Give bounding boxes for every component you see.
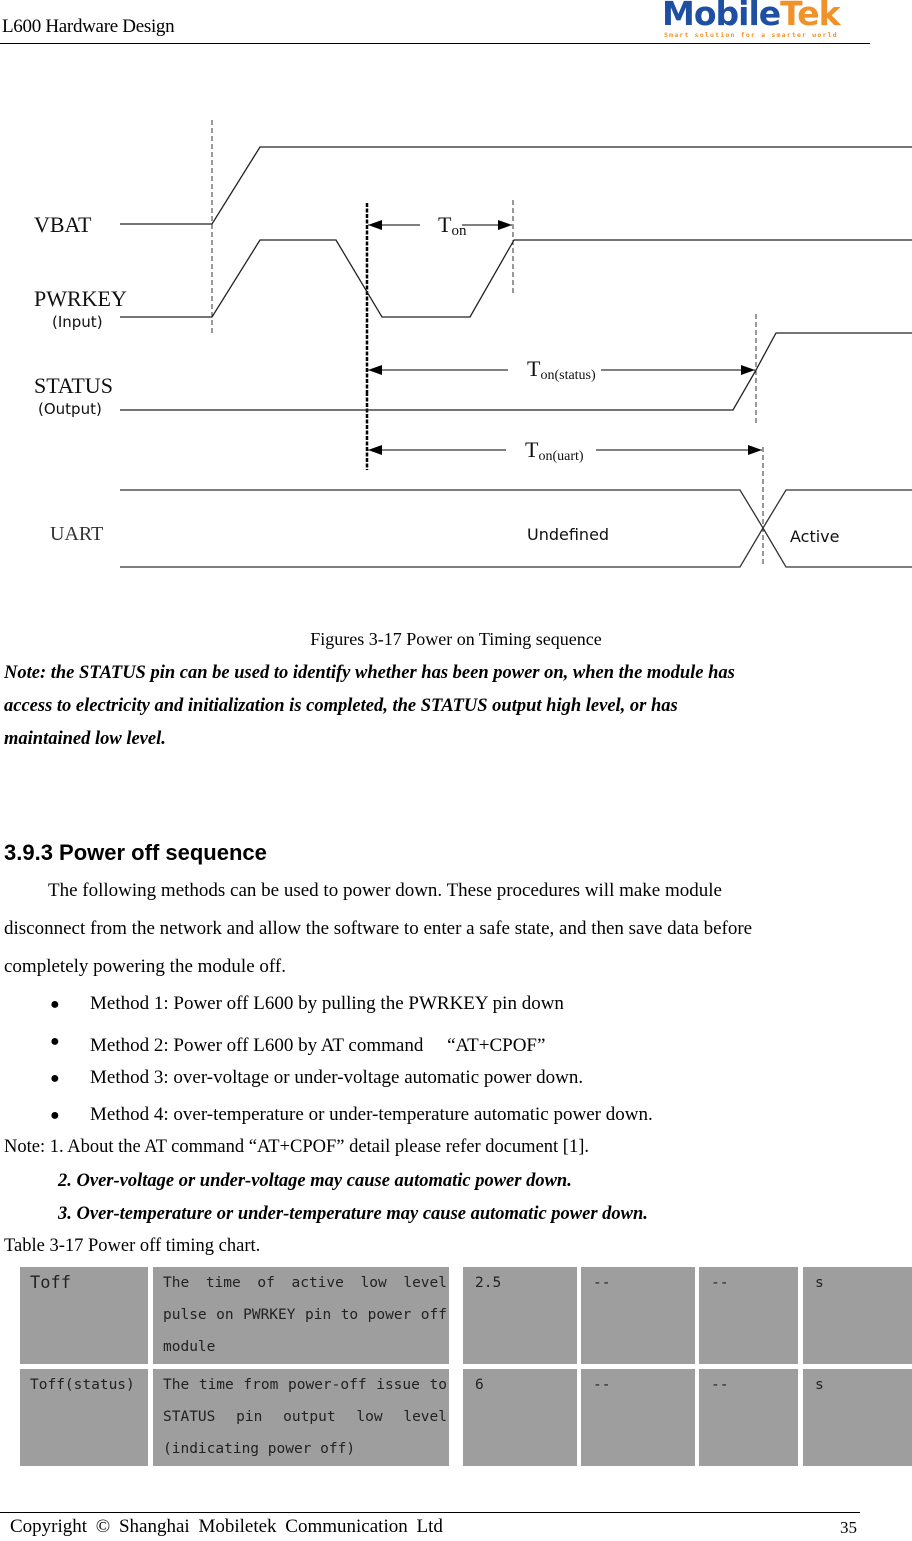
table-cell-max: -- <box>699 1369 798 1466</box>
power-off-note-2: 2. Over-voltage or under-voltage may cau… <box>58 1171 572 1191</box>
signal-label-uart: UART <box>50 523 103 545</box>
ton-status-label: Ton(status) <box>527 356 596 383</box>
status-waveform <box>120 332 912 411</box>
logo-wordmark: MobileTek <box>662 0 841 33</box>
bullet-icon: ● <box>50 996 60 1013</box>
signal-sublabel-pwrkey: (Input) <box>52 313 103 331</box>
pwrkey-waveform <box>120 239 912 318</box>
uart-state-active: Active <box>790 527 840 546</box>
ton-uart-label: Ton(uart) <box>525 437 584 464</box>
table-cell-max: -- <box>699 1267 798 1364</box>
bullet-icon: ● <box>50 1033 60 1050</box>
bullet-icon: ● <box>50 1070 60 1087</box>
method-item: Method 2: Power off L600 by AT command “… <box>90 1035 546 1056</box>
signal-sublabel-status: (Output) <box>38 400 102 418</box>
table-cell-symbol: Toff(status) <box>20 1369 148 1466</box>
header-divider <box>0 43 870 44</box>
table-cell-description: The time from power-off issue to STATUS … <box>153 1369 449 1466</box>
table-cell-symbol: Toff <box>20 1267 148 1364</box>
section-heading: 3.9.3 Power off sequence <box>4 840 267 865</box>
power-on-note-line: maintained low level. <box>4 729 166 749</box>
signal-label-pwrkey: PWRKEY <box>34 286 127 311</box>
signal-label-vbat: VBAT <box>34 212 92 237</box>
power-on-note-line: Note: the STATUS pin can be used to iden… <box>4 663 735 683</box>
logo-text-blue: Mobile <box>662 0 781 33</box>
table-cell-unit: s <box>803 1267 912 1364</box>
signal-label-status: STATUS <box>34 373 113 398</box>
method-item: Method 3: over-voltage or under-voltage … <box>90 1067 584 1088</box>
table-cell-min: 2.5 <box>463 1267 577 1364</box>
table-caption: Table 3-17 Power off timing chart. <box>4 1236 261 1256</box>
paragraph-line: completely powering the module off. <box>4 956 286 977</box>
paragraph-line: disconnect from the network and allow th… <box>4 918 753 939</box>
power-off-note-1: Note: 1. About the AT command “AT+CPOF” … <box>4 1137 589 1157</box>
table-cell-min: 6 <box>463 1369 577 1466</box>
mobiletek-logo: MobileTek Smart solution for a smarter w… <box>662 0 868 40</box>
power-on-note-line: access to electricity and initialization… <box>4 696 678 716</box>
footer-copyright: Copyright © Shanghai Mobiletek Communica… <box>10 1516 443 1537</box>
method-item: Method 4: over-temperature or under-temp… <box>90 1104 653 1125</box>
table-cell-description: The time of active low level pulse on PW… <box>153 1267 449 1364</box>
ton-label: Ton <box>438 212 467 239</box>
document-header-title: L600 Hardware Design <box>2 16 175 37</box>
method-item: Method 1: Power off L600 by pulling the … <box>90 993 564 1014</box>
paragraph-line: The following methods can be used to pow… <box>48 880 722 901</box>
vbat-waveform <box>120 146 912 225</box>
table-cell-unit: s <box>803 1369 912 1466</box>
logo-text-orange: Tek <box>780 0 840 33</box>
uart-state-undefined: Undefined <box>527 525 609 544</box>
logo-tagline: Smart solution for a smarter world <box>664 31 838 39</box>
bullet-icon: ● <box>50 1107 60 1124</box>
page-number: 35 <box>840 1518 857 1537</box>
figure-caption: Figures 3-17 Power on Timing sequence <box>310 629 602 649</box>
power-off-note-3: 3. Over-temperature or under-temperature… <box>58 1204 648 1224</box>
footer-divider <box>0 1512 860 1513</box>
table-cell-typ: -- <box>581 1369 695 1466</box>
table-cell-typ: -- <box>581 1267 695 1364</box>
power-on-timing-diagram: VBAT PWRKEY (Input) STATUS (Output) UART… <box>34 120 912 568</box>
